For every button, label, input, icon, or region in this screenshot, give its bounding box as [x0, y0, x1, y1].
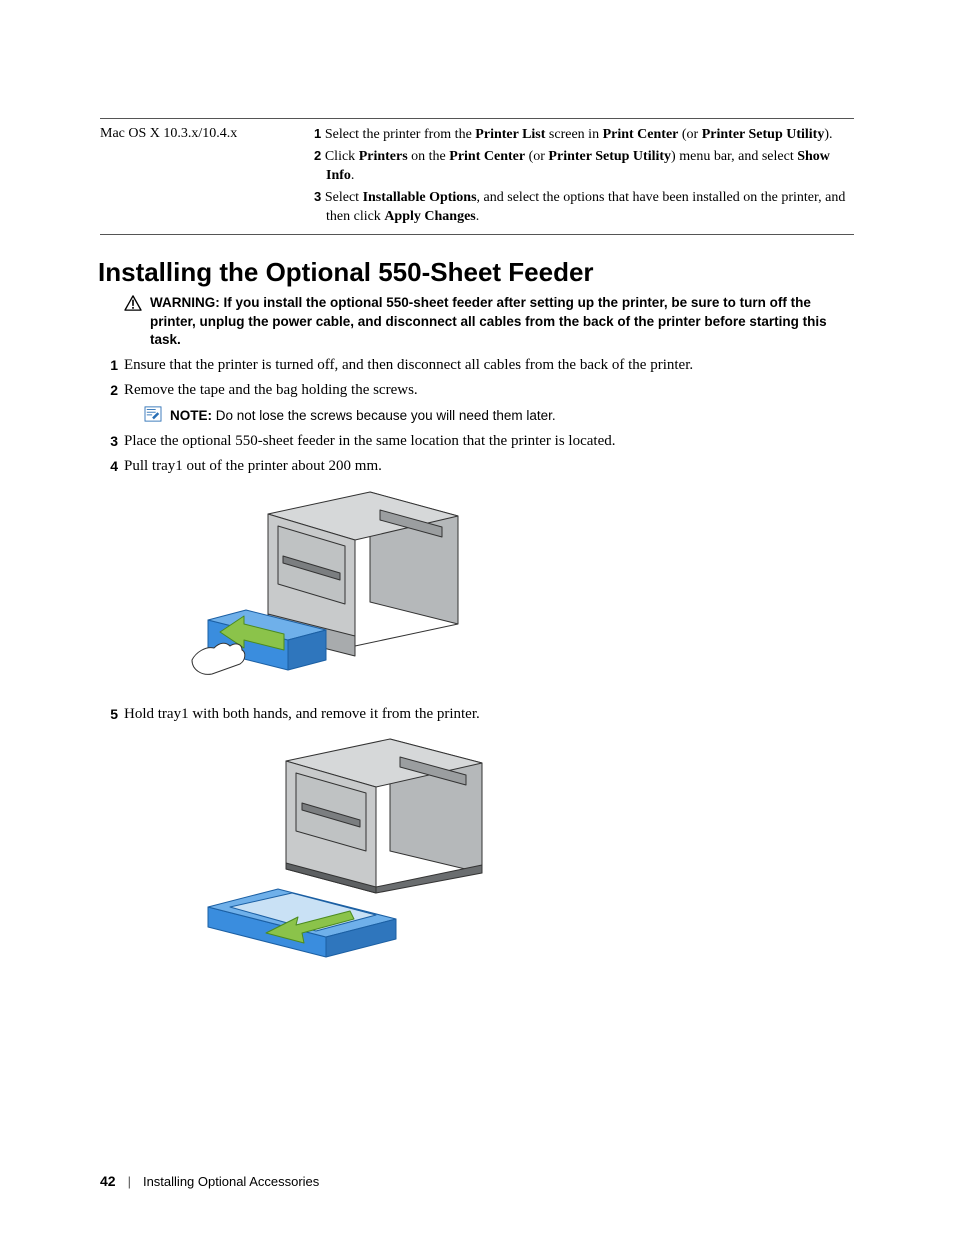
list-item: Place the optional 550-sheet feeder in t… [100, 431, 854, 451]
os-steps-table: Mac OS X 10.3.x/10.4.x 1 Select the prin… [100, 118, 854, 235]
table-row: Mac OS X 10.3.x/10.4.x 1 Select the prin… [100, 119, 854, 235]
document-page: Mac OS X 10.3.x/10.4.x 1 Select the prin… [0, 0, 954, 1235]
warning-lead: WARNING: [150, 295, 220, 310]
warning-text: WARNING: If you install the optional 550… [150, 294, 854, 349]
footer-section-title: Installing Optional Accessories [143, 1174, 319, 1189]
table-step-line: 3 Select Installable Options, and select… [314, 188, 850, 227]
instruction-list: Ensure that the printer is turned off, a… [100, 355, 854, 401]
instruction-list: Hold tray1 with both hands, and remove i… [100, 704, 854, 724]
note-pencil-icon [144, 406, 162, 422]
step-number: 2 [314, 148, 325, 163]
page-number: 42 [100, 1173, 116, 1189]
figure-printer-pull-tray [190, 484, 854, 694]
instruction-list: Place the optional 550-sheet feeder in t… [100, 431, 854, 477]
warning-callout: WARNING: If you install the optional 550… [124, 294, 854, 349]
list-item: Hold tray1 with both hands, and remove i… [100, 704, 854, 724]
note-body: Do not lose the screws because you will … [212, 408, 556, 423]
step-number: 1 [314, 126, 325, 141]
warning-triangle-icon [124, 295, 142, 311]
note-text: NOTE: Do not lose the screws because you… [170, 407, 556, 425]
list-item: Pull tray1 out of the printer about 200 … [100, 456, 854, 476]
note-callout: NOTE: Do not lose the screws because you… [144, 407, 854, 425]
steps-cell: 1 Select the printer from the Printer Li… [314, 119, 854, 235]
section-heading: Installing the Optional 550-Sheet Feeder [98, 257, 854, 288]
page-footer: 42 | Installing Optional Accessories [100, 1173, 319, 1189]
step-number: 3 [314, 189, 325, 204]
footer-divider: | [128, 1174, 131, 1189]
list-item: Ensure that the printer is turned off, a… [100, 355, 854, 375]
note-lead: NOTE: [170, 408, 212, 423]
warning-body: If you install the optional 550-sheet fe… [150, 295, 827, 346]
list-item: Remove the tape and the bag holding the … [100, 380, 854, 400]
table-step-line: 1 Select the printer from the Printer Li… [314, 125, 850, 145]
table-step-line: 2 Click Printers on the Print Center (or… [314, 147, 850, 186]
os-cell: Mac OS X 10.3.x/10.4.x [100, 119, 314, 235]
figure-printer-remove-tray [200, 733, 854, 968]
